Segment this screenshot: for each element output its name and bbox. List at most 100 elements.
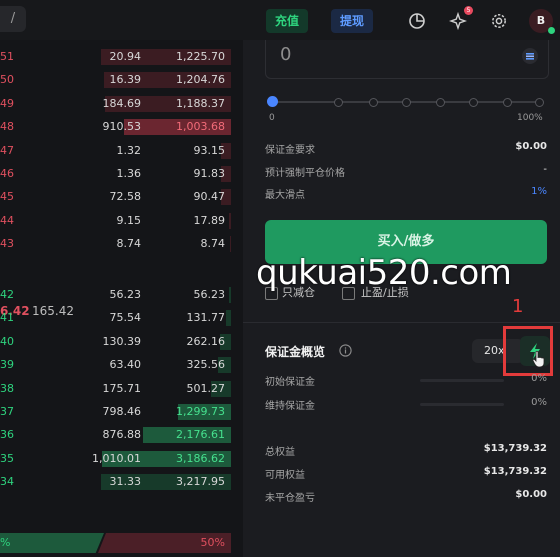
initial-margin-pct: 0%: [531, 373, 547, 384]
ask-total: 1,204.76: [176, 73, 225, 87]
top-bar: / 充值 提现 5 B: [0, 0, 560, 40]
ask-size: 1.32: [116, 143, 142, 157]
sparkle-icon[interactable]: [449, 12, 467, 30]
bid-size: 876.88: [102, 428, 142, 442]
bid-row[interactable]: 34 31.33 3,217.95: [0, 473, 235, 491]
notification-badge: 5: [464, 6, 473, 15]
ask-row[interactable]: 48 910.53 1,003.68: [0, 118, 235, 136]
withdraw-button[interactable]: 提现: [331, 9, 374, 33]
ask-price: 44: [0, 213, 14, 227]
slider-tick-75[interactable]: [469, 98, 478, 107]
bid-size: 1,010.01: [92, 451, 141, 465]
bid-row[interactable]: 35 1,010.01 3,186.62: [0, 450, 235, 468]
ask-row[interactable]: 47 1.32 93.15: [0, 142, 235, 160]
bid-depth-bar: [226, 310, 231, 327]
step-number: 1: [512, 296, 524, 317]
bid-row[interactable]: 36 876.88 2,176.61: [0, 426, 235, 444]
ask-price: 46: [0, 167, 14, 180]
ask-total: 91.83: [193, 167, 226, 180]
ask-total: 93.15: [193, 143, 226, 157]
ask-size: 910.53: [102, 120, 142, 134]
leverage-value: 20x: [484, 344, 505, 357]
available-equity-value: $13,739.32: [483, 466, 547, 477]
bid-size: 798.46: [102, 405, 142, 418]
bid-total: 131.77: [186, 311, 226, 325]
ask-row[interactable]: 51 20.94 1,225.70: [0, 48, 235, 66]
info-icon[interactable]: [339, 344, 352, 357]
bid-price: 39: [0, 358, 14, 372]
sell-ratio-bar: 50%: [98, 533, 231, 553]
ask-depth-bar: [229, 212, 231, 229]
available-equity-label: 可用权益: [265, 470, 305, 481]
ask-depth-bar: [230, 236, 231, 253]
slider-tick-37[interactable]: [369, 98, 378, 107]
slider-tick-87[interactable]: [503, 98, 512, 107]
market-tab[interactable]: /: [0, 6, 26, 32]
ask-size: 9.15: [116, 213, 142, 227]
ask-row[interactable]: 46 1.36 91.83: [0, 165, 235, 183]
bid-row[interactable]: 41 75.54 131.77: [0, 309, 235, 327]
bid-price: 36: [0, 428, 14, 442]
slider-tick-25[interactable]: [334, 98, 343, 107]
margin-required-label: 保证金要求: [265, 145, 315, 156]
ask-total: 90.47: [193, 190, 226, 204]
bid-row[interactable]: 40 130.39 262.16: [0, 333, 235, 351]
initial-margin-label: 初始保证金: [265, 377, 315, 388]
ask-row[interactable]: 43 8.74 8.74: [0, 235, 235, 253]
ask-price: 47: [0, 143, 14, 157]
ask-row[interactable]: 45 72.58 90.47: [0, 188, 235, 206]
bid-price: 42: [0, 288, 14, 301]
bid-price: 38: [0, 381, 14, 395]
ask-size: 1.36: [116, 167, 142, 180]
ask-price: 48: [0, 120, 14, 134]
gear-icon[interactable]: [490, 12, 508, 30]
ask-row[interactable]: 50 16.39 1,204.76: [0, 71, 235, 89]
bid-total: 501.27: [186, 381, 226, 395]
coin-icon[interactable]: [522, 48, 538, 64]
bid-row[interactable]: 38 175.71 501.27: [0, 380, 235, 398]
ask-row[interactable]: 49 184.69 1,188.37: [0, 95, 235, 113]
buy-sell-ratio: % 50%: [0, 533, 235, 553]
bid-row[interactable]: 37 798.46 1,299.73: [0, 403, 235, 421]
ask-price: 50: [0, 73, 14, 87]
bid-total: 3,217.95: [176, 475, 225, 489]
ask-total: 8.74: [200, 237, 226, 251]
slider-max-label: 100%: [517, 113, 543, 123]
bid-row[interactable]: 42 56.23 56.23: [0, 286, 235, 304]
slider-min-label: 0: [269, 113, 275, 123]
max-slippage-label: 最大滑点: [265, 190, 305, 201]
sell-ratio-label: 50%: [200, 536, 225, 549]
max-slippage-value[interactable]: 1%: [531, 186, 547, 197]
bid-price: 40: [0, 334, 14, 348]
bid-size: 56.23: [109, 288, 142, 301]
size-slider-handle[interactable]: [267, 96, 278, 107]
slider-tick-100[interactable]: [535, 98, 544, 107]
slider-tick-62[interactable]: [436, 98, 445, 107]
bid-row[interactable]: 39 63.40 325.56: [0, 356, 235, 374]
bid-price: 34: [0, 475, 14, 489]
bid-total: 2,176.61: [176, 428, 225, 442]
buy-ratio-bar: %: [0, 533, 104, 553]
order-book: 51 20.94 1,225.70 50 16.39 1,204.76 49 184.69 1,…: [0, 40, 235, 557]
ask-total: 1,003.68: [176, 120, 225, 134]
bid-size: 130.39: [102, 334, 142, 348]
deposit-button[interactable]: 充值: [266, 9, 309, 33]
bid-total: 1,299.73: [176, 405, 225, 418]
liq-price-value: -: [543, 164, 547, 175]
pie-chart-icon[interactable]: [408, 12, 426, 30]
amount-input[interactable]: 0: [265, 40, 549, 79]
slider-tick-50[interactable]: [402, 98, 411, 107]
total-equity-label: 总权益: [265, 447, 295, 458]
ask-price: 45: [0, 190, 14, 204]
buy-ratio-label: %: [0, 536, 11, 549]
ask-total: 1,188.37: [176, 96, 225, 110]
margin-required-value: $0.00: [515, 141, 547, 152]
liq-price-label: 预计强制平仓价格: [265, 168, 345, 179]
maintenance-margin-label: 维持保证金: [265, 401, 315, 412]
amount-value: 0: [280, 44, 292, 65]
ask-price: 43: [0, 237, 14, 251]
ask-row[interactable]: 44 9.15 17.89: [0, 212, 235, 230]
ask-total: 1,225.70: [176, 50, 225, 63]
margin-overview-title: 保证金概览: [265, 345, 326, 359]
unrealized-pnl-value: $0.00: [515, 489, 547, 500]
